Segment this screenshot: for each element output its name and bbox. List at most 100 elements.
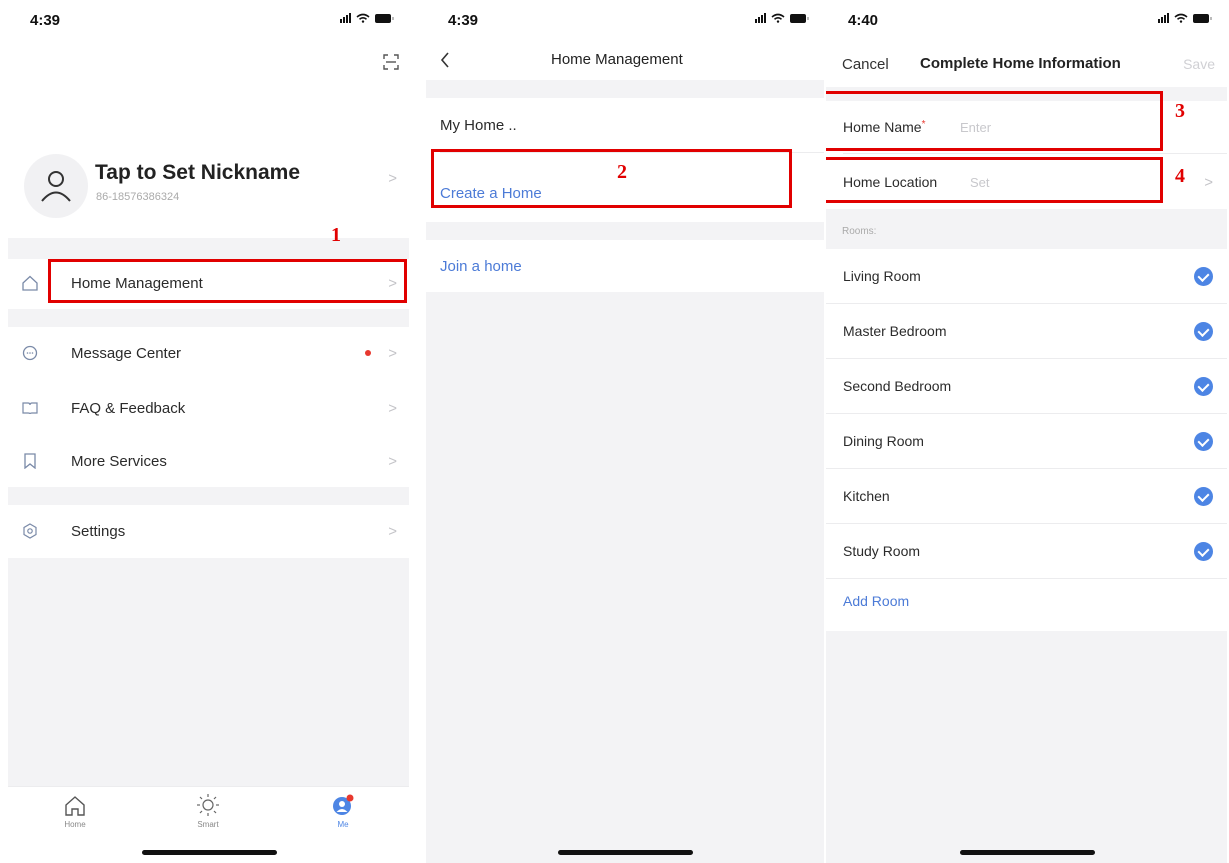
room-name: Study Room <box>843 543 921 559</box>
sun-icon <box>197 794 219 816</box>
annotation-number: 4 <box>1175 165 1185 187</box>
chevron-right-icon: > <box>388 453 397 470</box>
room-name: Master Bedroom <box>843 323 947 339</box>
rooms-header-label: Rooms: <box>842 226 877 237</box>
section-gap <box>8 487 409 505</box>
tab-label: Me <box>337 820 349 829</box>
nickname: Tap to Set Nickname <box>95 161 300 184</box>
chevron-right-icon: > <box>1204 174 1213 191</box>
menu-label: Message Center <box>71 345 182 362</box>
chevron-right-icon: > <box>388 345 397 362</box>
room-item[interactable]: Master Bedroom <box>826 304 1227 359</box>
wifi-icon <box>1174 13 1188 23</box>
room-item[interactable]: Study Room <box>826 524 1227 579</box>
menu-label: More Services <box>71 453 167 470</box>
person-icon <box>41 171 71 202</box>
room-name: Living Room <box>843 268 921 284</box>
highlight-box-1 <box>48 259 407 303</box>
room-item[interactable]: Second Bedroom <box>826 359 1227 414</box>
complete-home-info-screen: 4:40 Cancel Complete Home Information Sa… <box>826 0 1227 863</box>
checked-icon[interactable] <box>1194 542 1213 561</box>
wifi-icon <box>771 13 785 23</box>
status-icons <box>1158 13 1212 23</box>
section-gap <box>8 238 409 259</box>
menu-label: Settings <box>71 523 126 540</box>
status-bar: 4:39 <box>426 0 824 40</box>
highlight-box-2 <box>431 149 792 208</box>
join-home-button[interactable]: Join a home <box>426 240 824 292</box>
section-gap <box>8 309 409 327</box>
checked-icon[interactable] <box>1194 377 1213 396</box>
settings-icon <box>23 523 37 539</box>
nav-bar: Home Management <box>426 40 824 80</box>
status-icons <box>340 13 394 23</box>
annotation-number: 2 <box>617 161 627 183</box>
tab-label: Home <box>64 820 86 829</box>
tab-smart[interactable]: Smart <box>178 793 238 829</box>
status-time: 4:39 <box>448 12 479 29</box>
home-icon <box>22 275 38 291</box>
avatar <box>24 154 88 218</box>
menu-item-message-center[interactable]: Message Center > <box>8 327 409 382</box>
home-list-item[interactable]: My Home .. <box>426 98 824 153</box>
empty-area <box>826 631 1227 863</box>
annotation-number: 3 <box>1175 100 1185 122</box>
profile-row[interactable]: Tap to Set Nickname 86-18576386324 > <box>8 145 409 245</box>
status-time: 4:40 <box>848 12 879 29</box>
checked-icon[interactable] <box>1194 267 1213 286</box>
rooms-header: Rooms: <box>826 209 1227 249</box>
save-button[interactable]: Save <box>1183 56 1215 72</box>
scan-icon[interactable] <box>383 54 399 70</box>
status-bar: 4:40 <box>826 0 1227 40</box>
home-name: My Home .. <box>440 117 517 134</box>
home-indicator <box>141 850 277 855</box>
nav-bar: Cancel Complete Home Information Save <box>826 42 1227 87</box>
chevron-right-icon: > <box>388 170 397 187</box>
checked-icon[interactable] <box>1194 487 1213 506</box>
user-icon <box>333 794 354 815</box>
tab-label: Smart <box>197 820 219 829</box>
section-gap <box>426 80 824 98</box>
menu-item-faq-feedback[interactable]: FAQ & Feedback > <box>8 382 409 437</box>
room-name: Second Bedroom <box>843 378 952 394</box>
signal-icon <box>1158 13 1169 23</box>
status-bar: 4:39 <box>8 0 409 40</box>
page-title: Complete Home Information <box>920 55 1121 72</box>
add-room-button[interactable]: Add Room <box>826 579 1227 631</box>
signal-icon <box>340 13 351 23</box>
room-name: Dining Room <box>843 433 924 449</box>
status-time: 4:39 <box>30 12 61 29</box>
room-name: Kitchen <box>843 488 890 504</box>
home-management-screen: 4:39 Home Management My Home .. Create a… <box>426 0 824 863</box>
room-item[interactable]: Living Room <box>826 249 1227 304</box>
cancel-button[interactable]: Cancel <box>842 56 889 73</box>
battery-icon <box>1193 13 1212 23</box>
tab-me[interactable]: Me <box>313 793 373 829</box>
home-tab-icon <box>65 796 85 816</box>
bookmark-icon <box>24 453 36 469</box>
checked-icon[interactable] <box>1194 432 1213 451</box>
phone-number: 86-18576386324 <box>96 191 180 203</box>
room-item[interactable]: Dining Room <box>826 414 1227 469</box>
room-item[interactable]: Kitchen <box>826 469 1227 524</box>
tab-home[interactable]: Home <box>45 795 105 829</box>
join-home-label: Join a home <box>440 258 522 275</box>
signal-icon <box>755 13 766 23</box>
status-icons <box>755 13 809 23</box>
add-room-label: Add Room <box>843 593 910 609</box>
battery-icon <box>790 13 809 23</box>
highlight-box-4 <box>826 157 1163 203</box>
back-arrow-icon[interactable] <box>440 52 450 68</box>
page-title: Home Management <box>551 51 683 68</box>
menu-item-settings[interactable]: Settings > <box>8 505 409 558</box>
menu-label: FAQ & Feedback <box>71 400 186 417</box>
notification-dot <box>365 350 371 356</box>
battery-icon <box>375 13 394 23</box>
faq-icon <box>22 402 38 415</box>
message-icon <box>22 345 38 361</box>
home-indicator <box>959 850 1095 855</box>
chevron-right-icon: > <box>388 400 397 417</box>
menu-item-more-services[interactable]: More Services > <box>8 437 409 487</box>
me-screen: 4:39 Tap to Set Nickname 86-18576386324 … <box>8 0 409 863</box>
checked-icon[interactable] <box>1194 322 1213 341</box>
